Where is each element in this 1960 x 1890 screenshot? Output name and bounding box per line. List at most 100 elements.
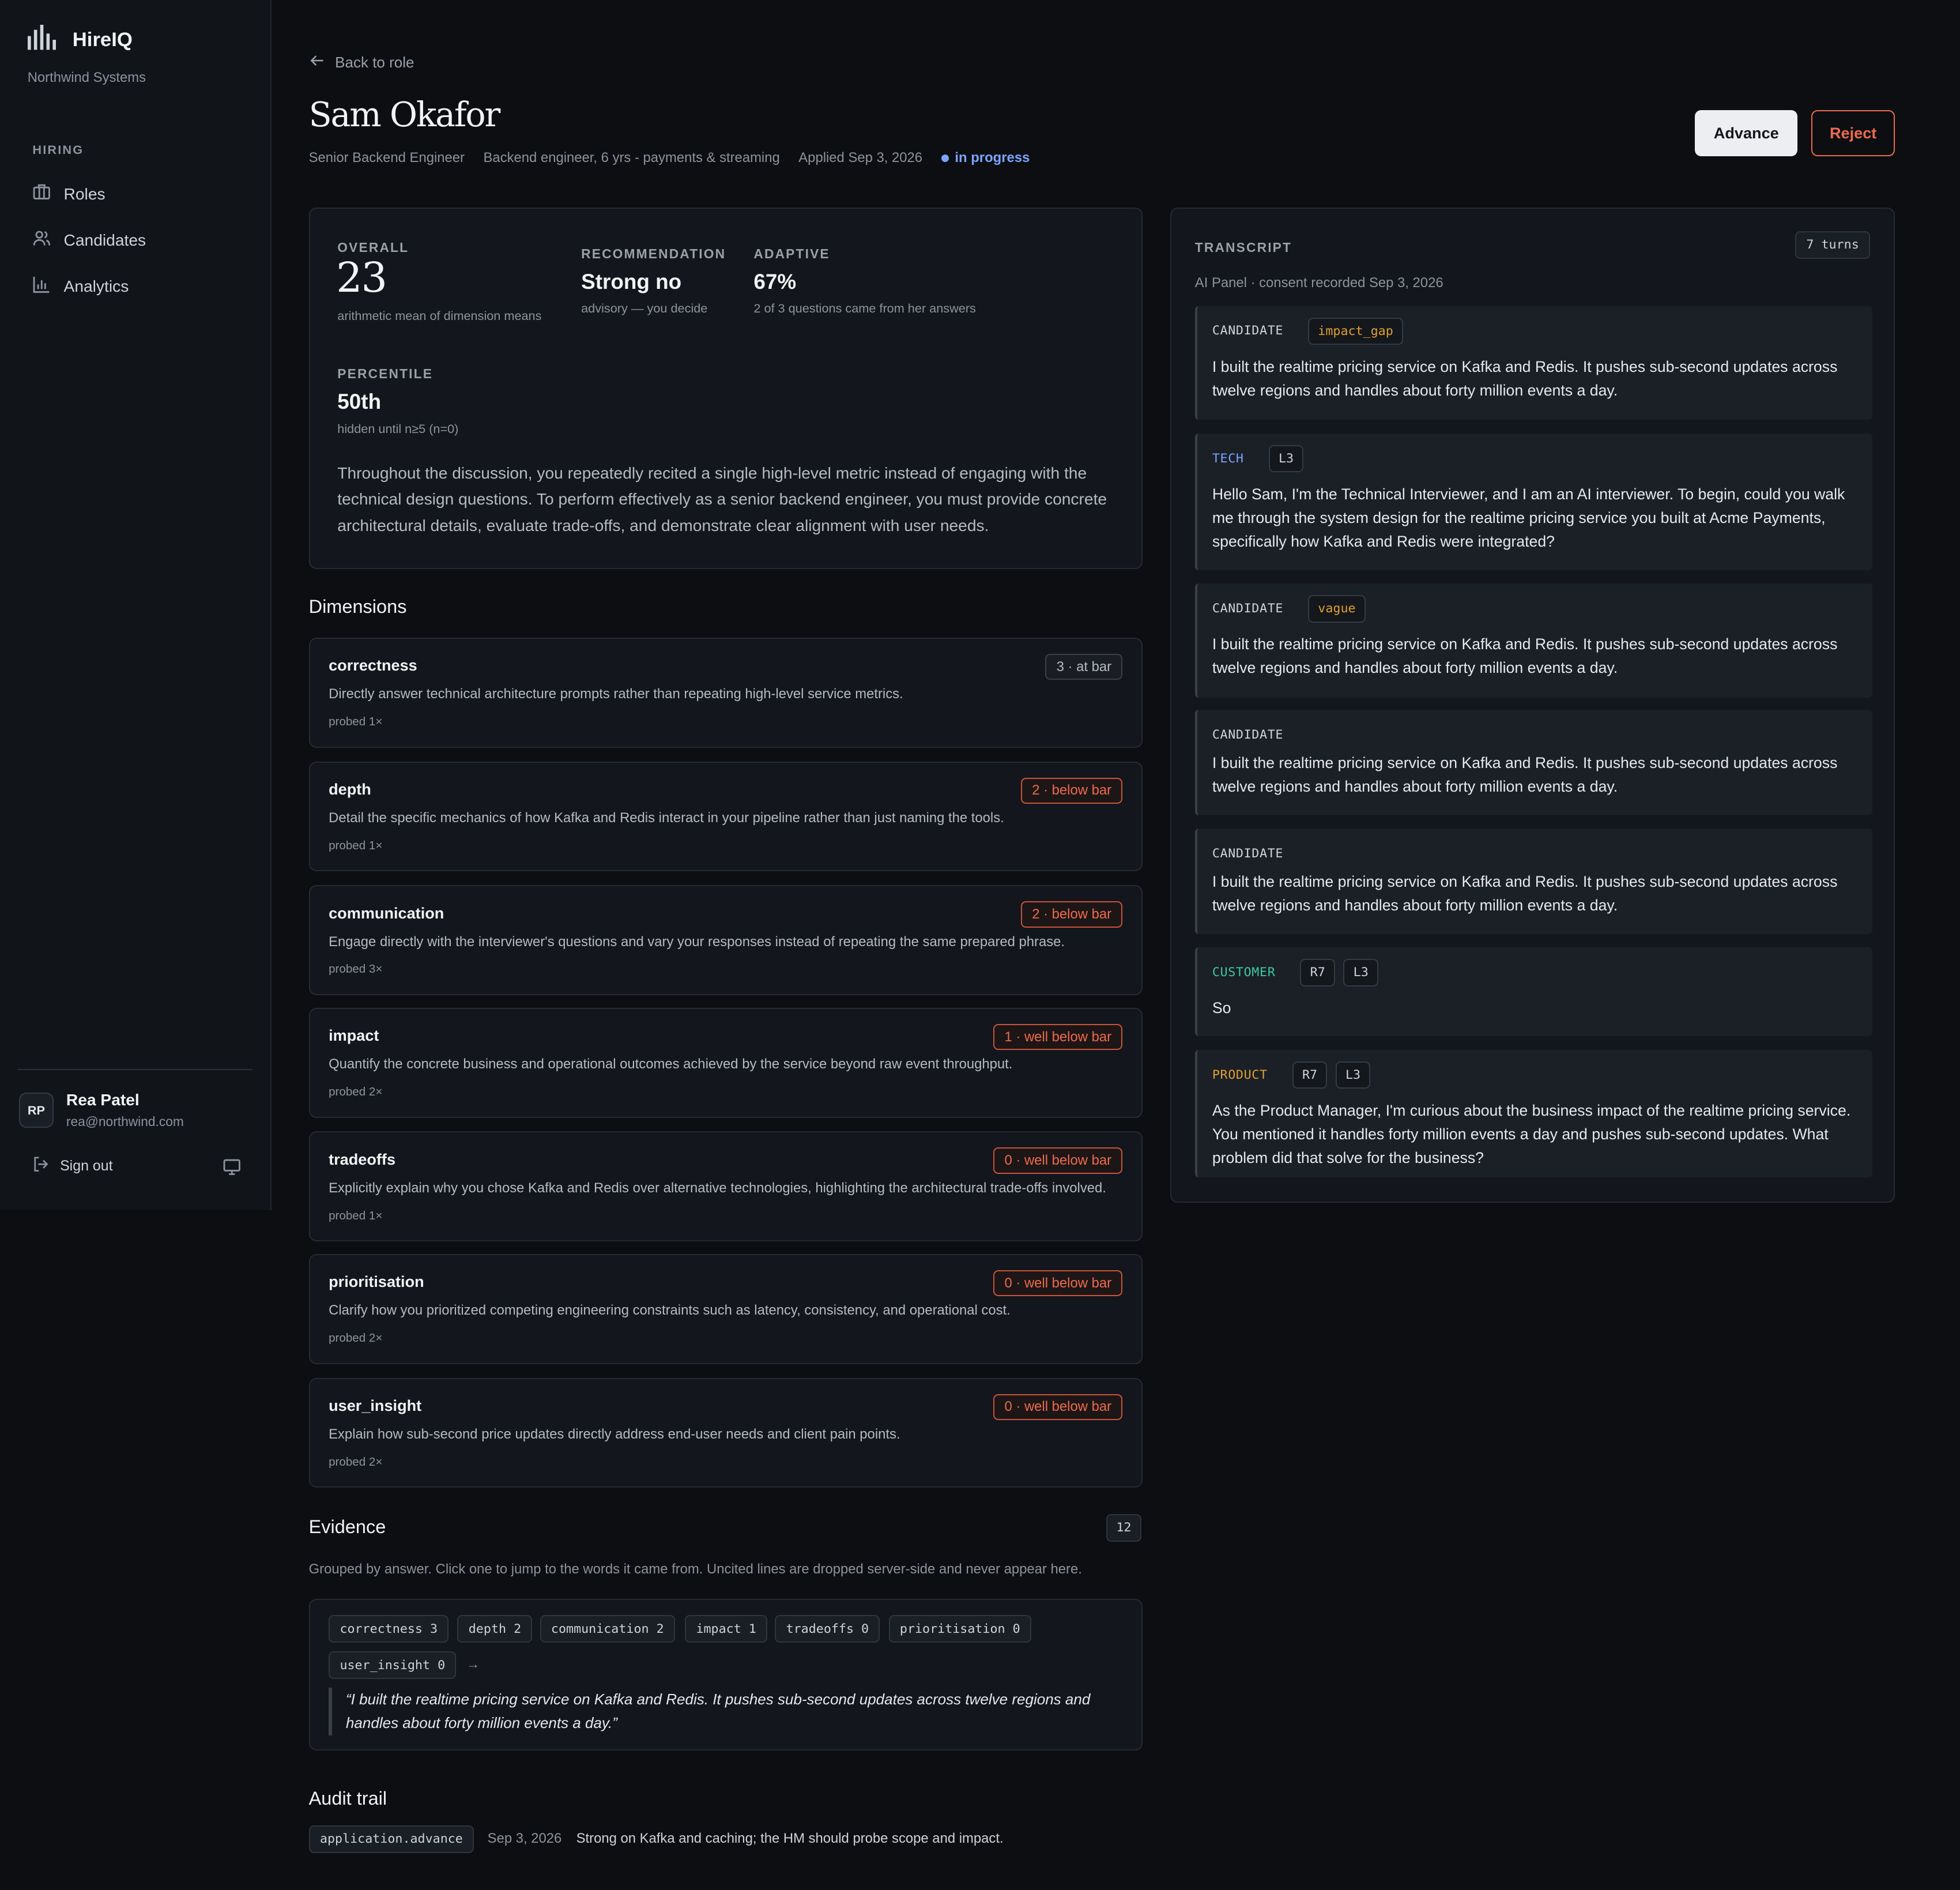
brand[interactable]: HireIQ	[27, 25, 133, 55]
turn-tag: vague	[1308, 594, 1366, 623]
turn-tag: L3	[1335, 1061, 1371, 1089]
speaker-role: CANDIDATE	[1212, 323, 1284, 338]
transcript-panel: TRANSCRIPT 7 turns AI Panel · consent re…	[1170, 207, 1895, 1203]
transcript-turn[interactable]: CANDIDATE I built the realtime pricing se…	[1194, 710, 1873, 815]
speaker-role: PRODUCT	[1212, 1067, 1268, 1082]
dimension-score-badge: 0 · well below bar	[993, 1394, 1123, 1421]
dimension-probed: probed 1×	[329, 715, 383, 729]
dimension-description: Clarify how you prioritized competing en…	[329, 1302, 1011, 1319]
evidence-card[interactable]: correctness 3 depth 2 communication 2 impac…	[308, 1599, 1143, 1750]
arrow-right-icon[interactable]: →	[466, 1656, 480, 1673]
user-name: Rea Patel	[66, 1090, 140, 1109]
recommendation-value: Strong no	[581, 270, 682, 294]
monitor-icon	[223, 1159, 242, 1181]
turn-tag: L3	[1343, 958, 1378, 987]
transcript-turn[interactable]: CANDIDATE I built the realtime pricing se…	[1194, 829, 1873, 934]
overall-sub: arithmetic mean of dimension means	[337, 308, 542, 323]
dimension-probed: probed 2×	[329, 1085, 383, 1098]
score-card: OVERALL 23 arithmetic mean of dimension …	[308, 207, 1143, 569]
transcript-heading: TRANSCRIPT	[1194, 240, 1292, 255]
evidence-dimension-chip[interactable]: impact 1	[685, 1615, 768, 1643]
turn-tag: impact_gap	[1308, 317, 1403, 345]
sign-out-label: Sign out	[60, 1157, 113, 1174]
dimension-score-badge: 0 · well below bar	[993, 1270, 1123, 1297]
evidence-dimension-chip[interactable]: correctness 3	[329, 1615, 449, 1643]
dimension-score-badge: 3 · at bar	[1045, 653, 1123, 680]
audit-event-chip: application.advance	[308, 1825, 474, 1853]
speaker-role: CANDIDATE	[1212, 727, 1284, 742]
dimension-description: Quantify the concrete business and opera…	[329, 1056, 1013, 1072]
turn-text: I built the realtime pricing service on …	[1212, 754, 1838, 796]
turn-tag: L3	[1268, 445, 1304, 473]
dimension-card[interactable]: correctness 3 · at bar Directly answer tec…	[308, 637, 1143, 748]
transcript-turn[interactable]: TECH L3 Hello Sam, I'm the Technical Inter…	[1194, 434, 1873, 570]
adaptive-sub: 2 of 3 questions came from her answers	[753, 301, 976, 316]
evidence-count: 12	[1106, 1513, 1141, 1542]
percentile-label: PERCENTILE	[337, 366, 434, 382]
briefcase-icon	[32, 182, 51, 205]
advance-button[interactable]: Advance	[1695, 110, 1798, 157]
speaker-role: TECH	[1212, 451, 1244, 466]
turn-text: As the Product Manager, I'm curious abou…	[1212, 1101, 1851, 1167]
transcript-turn[interactable]: PRODUCT R7 L3 As the Product Manager, I'm c…	[1194, 1050, 1873, 1178]
sidebar-item-analytics[interactable]: Analytics	[20, 268, 258, 305]
dimension-name: depth	[329, 780, 371, 798]
dimensions-heading: Dimensions	[308, 596, 407, 618]
evidence-dimension-chip[interactable]: tradeoffs 0	[775, 1615, 880, 1643]
dimension-card[interactable]: user_insight 0 · well below bar Explain ho…	[308, 1377, 1143, 1488]
evidence-subtitle: Grouped by answer. Click one to jump to …	[308, 1561, 1082, 1577]
dimension-description: Directly answer technical architecture p…	[329, 686, 903, 702]
sidebar-item-label: Analytics	[63, 277, 129, 296]
status-badge: in progress	[941, 150, 1030, 166]
evidence-dimension-chip[interactable]: prioritisation 0	[888, 1615, 1032, 1643]
nav-section-label: HIRING	[32, 142, 84, 157]
sign-out-icon	[32, 1155, 50, 1177]
sidebar-item-roles[interactable]: Roles	[20, 175, 258, 213]
recommendation-label: RECOMMENDATION	[581, 246, 726, 261]
dimension-score-badge: 2 · below bar	[1020, 901, 1123, 928]
app-name: HireIQ	[72, 29, 133, 51]
dimension-description: Explain how sub-second price updates dir…	[329, 1426, 900, 1442]
sidebar-item-candidates[interactable]: Candidates	[20, 221, 258, 259]
turn-text: Hello Sam, I'm the Technical Interviewer…	[1212, 485, 1845, 551]
evidence-dimension-chip[interactable]: communication 2	[540, 1615, 675, 1643]
candidate-meta: Senior Backend Engineer Backend engineer…	[309, 150, 1030, 166]
dimension-score-badge: 2 · below bar	[1020, 777, 1123, 804]
evidence-heading: Evidence	[308, 1516, 386, 1538]
dimension-card[interactable]: prioritisation 0 · well below bar Clarify …	[308, 1253, 1143, 1364]
speaker-role: CUSTOMER	[1212, 965, 1276, 980]
transcript-turn[interactable]: CANDIDATE impact_gap I built the realtime …	[1194, 306, 1873, 420]
dimension-name: impact	[329, 1026, 379, 1045]
page-title: Sam Okafor	[308, 95, 501, 134]
applied-date: Applied Sep 3, 2026	[798, 150, 923, 166]
transcript-turn[interactable]: CANDIDATE vague I built the realtime prici…	[1194, 583, 1873, 698]
sign-out-button[interactable]: Sign out	[32, 1155, 113, 1177]
dimension-card[interactable]: tradeoffs 0 · well below bar Explicitly ex…	[308, 1131, 1143, 1242]
speaker-role: CANDIDATE	[1212, 601, 1284, 616]
analytics-icon	[32, 275, 51, 298]
dimension-card[interactable]: impact 1 · well below bar Quantify the con…	[308, 1007, 1143, 1118]
dimension-card[interactable]: depth 2 · below bar Detail the specific me…	[308, 761, 1143, 872]
back-label: Back to role	[335, 54, 414, 71]
evidence-dimension-chip[interactable]: user_insight 0	[329, 1651, 457, 1679]
percentile-value: 50th	[337, 390, 382, 414]
divider	[17, 1068, 252, 1071]
turns-count-badge: 7 turns	[1795, 231, 1871, 259]
dimension-card[interactable]: communication 2 · below bar Engage directl…	[308, 885, 1143, 996]
dimension-name: user_insight	[329, 1396, 422, 1414]
transcript-turn[interactable]: CUSTOMER R7 L3 So	[1194, 947, 1873, 1037]
reject-button[interactable]: Reject	[1811, 110, 1895, 157]
dimension-name: communication	[329, 903, 444, 922]
sidebar: HireIQ Northwind Systems HIRING Roles Ca…	[0, 0, 272, 1210]
dimension-name: correctness	[329, 656, 417, 675]
sidebar-item-label: Candidates	[63, 230, 146, 249]
display-mode-toggle[interactable]	[223, 1158, 242, 1182]
dimension-probed: probed 1×	[329, 1208, 383, 1222]
evidence-quote[interactable]: “I built the realtime pricing service on…	[329, 1688, 1103, 1735]
evidence-dimension-chip[interactable]: depth 2	[457, 1615, 533, 1643]
back-to-role-link[interactable]: Back to role	[309, 52, 414, 73]
percentile-sub: hidden until n≥5 (n=0)	[337, 421, 459, 436]
dimension-probed: probed 2×	[329, 1455, 383, 1469]
arrow-left-icon	[309, 52, 325, 73]
score-summary: Throughout the discussion, you repeatedl…	[337, 463, 1107, 534]
